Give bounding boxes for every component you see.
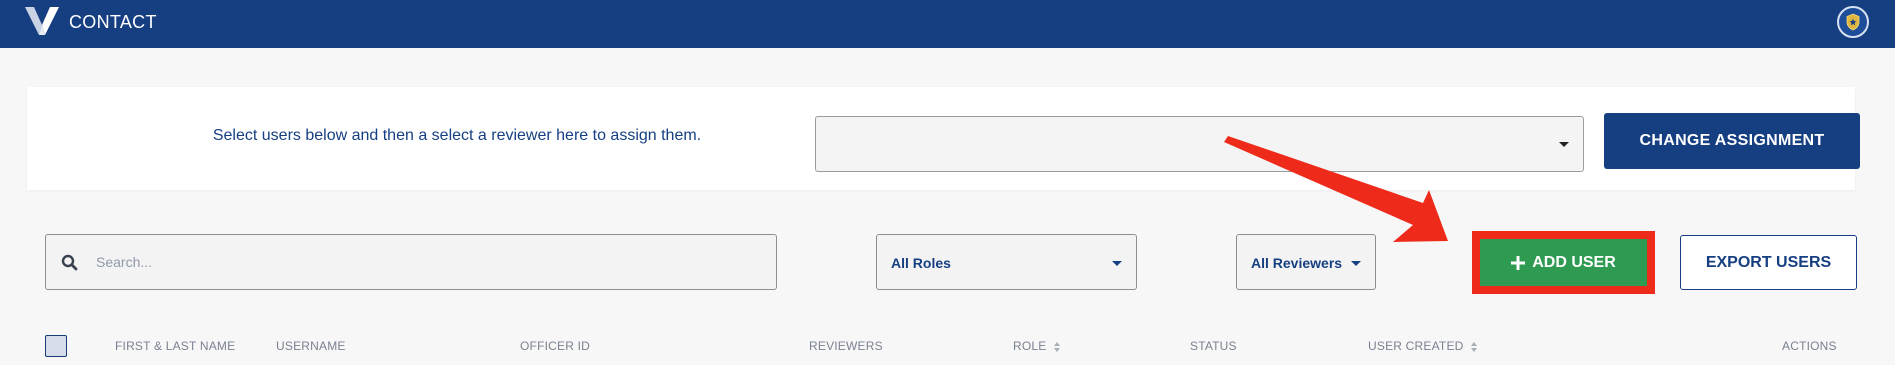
reviewers-filter-select[interactable]: All Reviewers xyxy=(1236,234,1376,290)
column-header-user-created[interactable]: USER CREATED xyxy=(1368,339,1464,353)
change-assignment-button[interactable]: CHANGE ASSIGNMENT xyxy=(1604,113,1860,169)
v-logo-icon[interactable] xyxy=(25,7,59,35)
profile-button[interactable] xyxy=(1837,6,1869,38)
chevron-down-icon xyxy=(1559,142,1569,147)
select-all-checkbox[interactable] xyxy=(45,335,67,357)
search-field[interactable] xyxy=(45,234,777,290)
column-header-officer-id[interactable]: OFFICER ID xyxy=(520,339,590,353)
column-header-created-wrap[interactable]: USER CREATED xyxy=(1368,339,1478,353)
add-user-label: ADD USER xyxy=(1532,253,1616,271)
roles-filter-select[interactable]: All Roles xyxy=(876,234,1137,290)
column-header-status[interactable]: STATUS xyxy=(1190,339,1237,353)
add-user-highlight: ADD USER xyxy=(1472,231,1655,294)
column-header-name[interactable]: FIRST & LAST NAME xyxy=(115,339,235,353)
chevron-down-icon xyxy=(1112,261,1122,266)
top-bar: CONTACT xyxy=(0,0,1895,48)
chevron-down-icon xyxy=(1351,261,1361,266)
export-users-button[interactable]: EXPORT USERS xyxy=(1680,235,1857,290)
assignment-panel: Select users below and then a select a r… xyxy=(27,87,1860,190)
reviewer-select[interactable] xyxy=(815,116,1584,172)
badge-star-icon xyxy=(1846,13,1860,31)
table-header: FIRST & LAST NAME USERNAME OFFICER ID RE… xyxy=(0,332,1895,365)
column-header-actions: ACTIONS xyxy=(1782,339,1837,353)
roles-filter-value: All Roles xyxy=(891,255,951,271)
column-header-reviewers[interactable]: REVIEWERS xyxy=(809,339,883,353)
column-header-role-wrap[interactable]: ROLE xyxy=(1013,339,1061,353)
column-header-username[interactable]: USERNAME xyxy=(276,339,346,353)
app-title: CONTACT xyxy=(69,12,157,32)
sort-icon[interactable] xyxy=(1054,341,1061,352)
add-user-button[interactable]: ADD USER xyxy=(1480,239,1647,286)
plus-icon xyxy=(1511,255,1526,270)
sort-icon[interactable] xyxy=(1471,341,1478,352)
search-input[interactable] xyxy=(96,235,766,289)
assignment-instruction: Select users below and then a select a r… xyxy=(212,127,702,144)
reviewers-filter-value: All Reviewers xyxy=(1251,255,1343,271)
search-icon xyxy=(61,254,78,271)
column-header-role[interactable]: ROLE xyxy=(1013,339,1046,353)
